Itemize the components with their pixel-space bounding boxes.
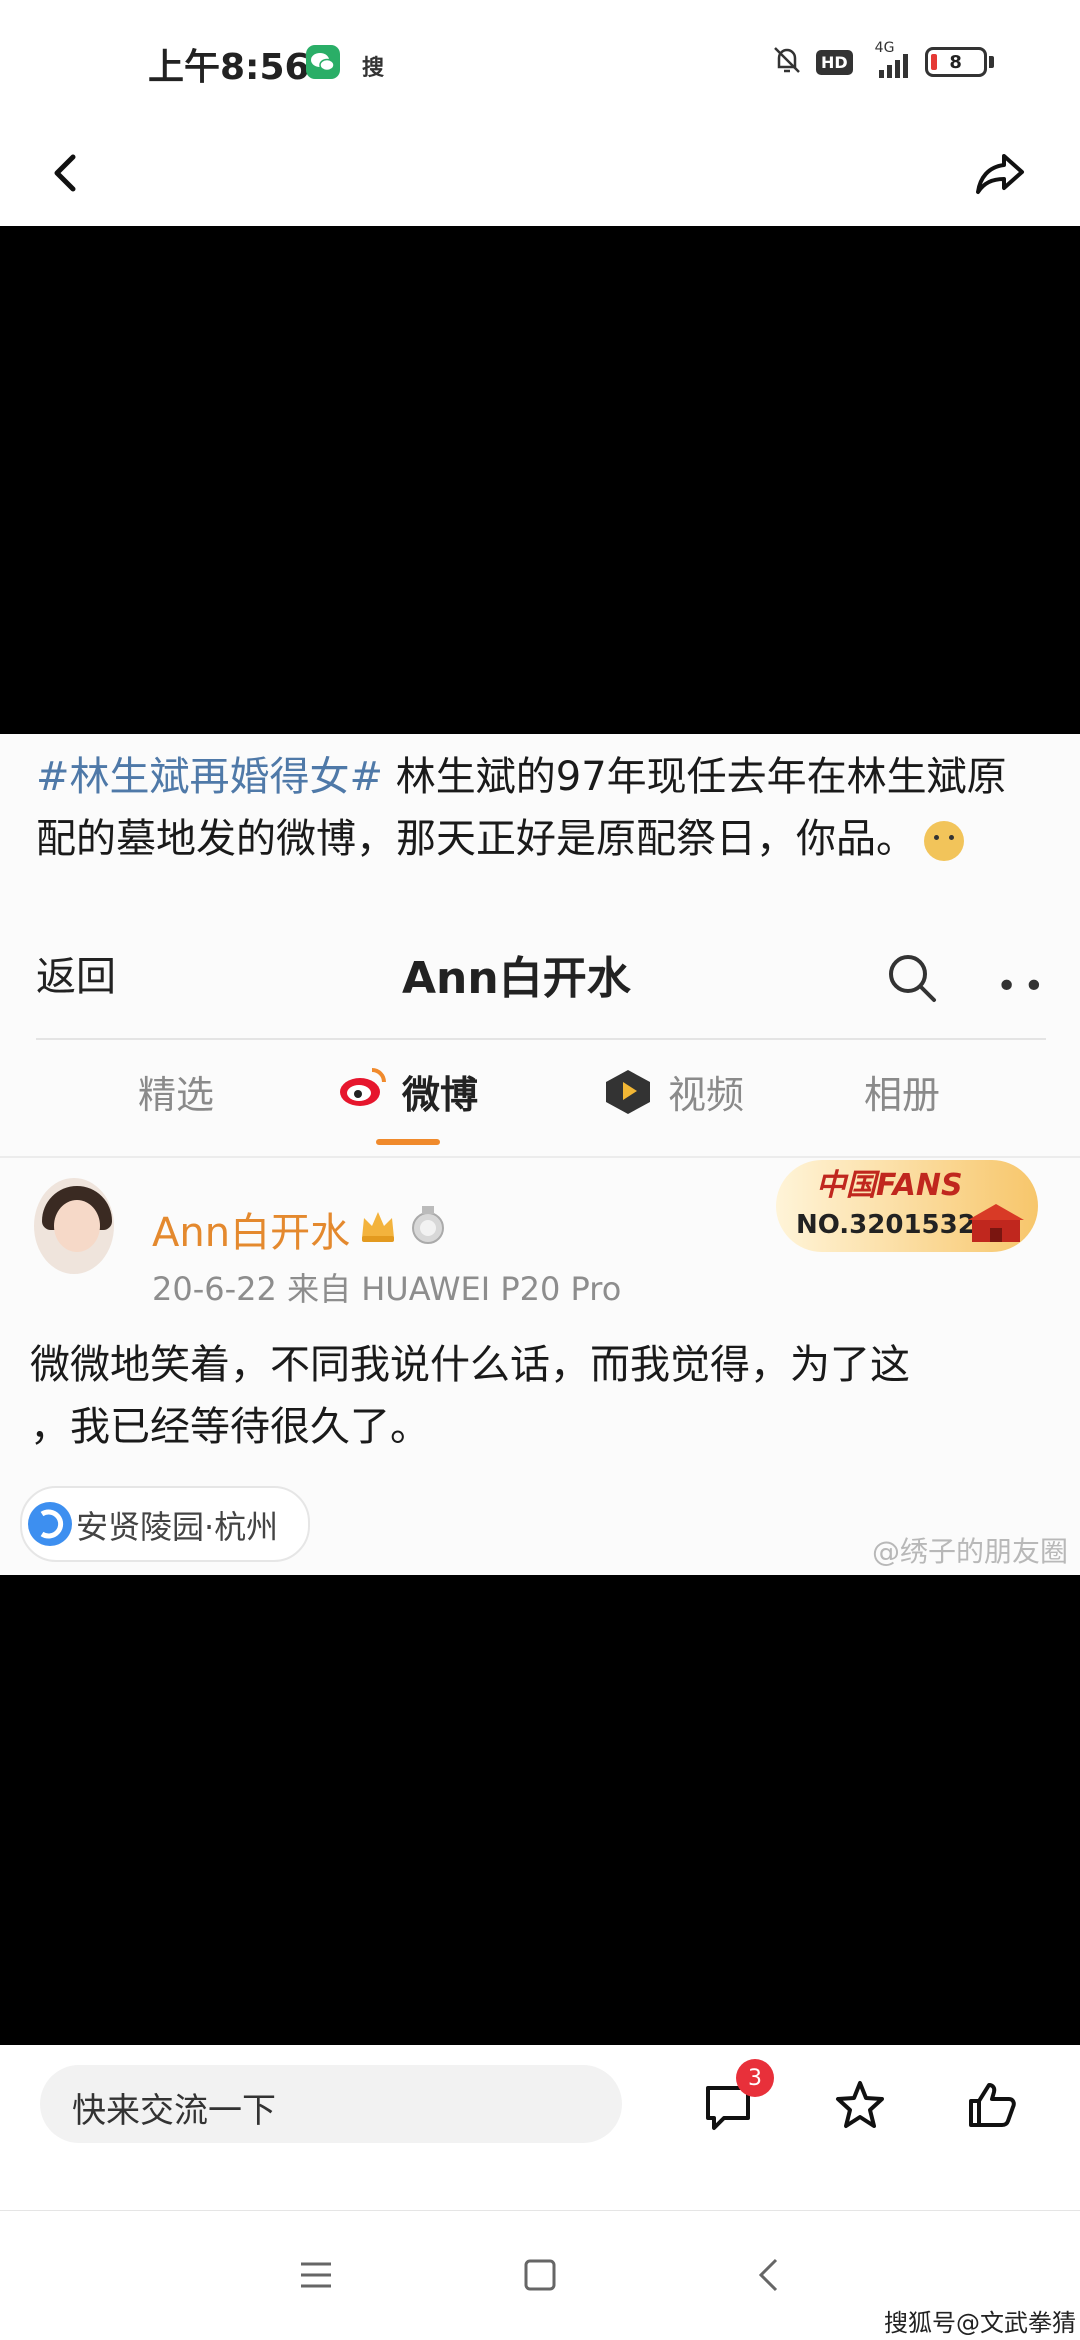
menu-icon xyxy=(301,2262,331,2288)
weibo-back-label: 返回 xyxy=(36,954,116,1000)
square-home-icon xyxy=(524,2259,556,2291)
comment-count-badge: 3 xyxy=(736,2059,774,2097)
wechat-notification-icon xyxy=(306,45,340,79)
battery-icon: 8 xyxy=(924,47,987,77)
tab-featured: 精选 xyxy=(138,1073,215,1117)
top-nav xyxy=(0,120,1080,226)
comment-bar: 快来交流一下 3 xyxy=(0,2045,1080,2210)
weibo-post-line: ，我已经等待很久了。 xyxy=(30,1404,430,1450)
divider xyxy=(36,1038,1046,1040)
share-icon xyxy=(976,154,1024,194)
post-image[interactable]: #林生斌再婚得女# 林生斌的97年现任去年在林生斌原配的墓地发的微博，那天正好是… xyxy=(0,734,1080,1575)
tab-video: 视频 xyxy=(668,1073,745,1117)
footer-watermark: 搜狐号@文武拳猜 xyxy=(884,2309,1076,2337)
weibo-header: 返回 Ann白开水 •• xyxy=(36,944,1046,1026)
star-icon xyxy=(836,2081,884,2128)
medal-icon xyxy=(410,1204,446,1246)
media-letterbox-top xyxy=(0,226,1080,734)
more-icon: •• xyxy=(996,966,1051,1007)
tab-weibo: 微博 xyxy=(402,1073,479,1117)
chevron-left-icon xyxy=(54,154,76,192)
fans-badge-number: NO.3201532 xyxy=(796,1210,976,1240)
weibo-post-body: 微微地笑着，不同我说什么话，而我觉得，为了这 ，我已经等待很久了。 xyxy=(30,1334,1040,1458)
hd-badge: HD xyxy=(816,49,853,75)
weibo-post-meta: 20-6-22 来自 HUAWEI P20 Pro xyxy=(152,1270,622,1308)
media-letterbox-bottom xyxy=(0,1575,1080,2045)
comment-input[interactable]: 快来交流一下 xyxy=(40,2065,622,2143)
share-button[interactable] xyxy=(960,138,1040,208)
thumbs-up-icon xyxy=(969,2083,1016,2127)
tiananmen-icon xyxy=(966,1190,1026,1246)
home-button[interactable] xyxy=(504,2239,576,2311)
post-caption: #林生斌再婚得女# 林生斌的97年现任去年在林生斌原配的墓地发的微博，那天正好是… xyxy=(36,746,1046,870)
crown-icon xyxy=(358,1208,398,1244)
back-button[interactable] xyxy=(30,138,100,208)
like-button[interactable] xyxy=(956,2069,1028,2141)
tab-active-indicator xyxy=(376,1139,440,1145)
favorite-button[interactable] xyxy=(824,2069,896,2141)
fans-badge: 中国FANS NO.3201532 xyxy=(776,1160,1038,1252)
menu-button[interactable] xyxy=(280,2239,352,2311)
status-bar: 上午8:56 搜 HD 4G 8 xyxy=(0,0,1080,120)
video-play-icon xyxy=(602,1068,654,1118)
sohu-notification-icon: 搜 xyxy=(362,56,385,81)
comment-input-placeholder: 快来交流一下 xyxy=(72,2091,276,2131)
location-text: 安贤陵园·杭州 xyxy=(76,1508,279,1546)
weibo-post-line: 微微地笑着，不同我说什么话，而我觉得，为了这 xyxy=(30,1342,910,1388)
battery-level: 8 xyxy=(949,51,962,73)
system-back-button[interactable] xyxy=(732,2239,804,2311)
post-hashtag: #林生斌再婚得女# xyxy=(36,754,384,800)
weibo-tabs: 精选 微博 视频 相册 xyxy=(0,1064,1080,1144)
location-tag: 安贤陵园·杭州 xyxy=(20,1486,310,1562)
chevron-left-icon xyxy=(758,2258,778,2292)
image-watermark: @绣子的朋友圈 xyxy=(872,1535,1069,1568)
weibo-user-name: Ann白开水 xyxy=(152,1210,351,1256)
signal-icon: 4G xyxy=(865,40,913,82)
tab-album: 相册 xyxy=(864,1073,941,1117)
fans-badge-title: 中国FANS xyxy=(816,1168,963,1203)
search-icon xyxy=(884,950,940,1006)
weibo-profile-title: Ann白开水 xyxy=(402,953,631,1004)
location-icon xyxy=(28,1502,72,1546)
weibo-logo-icon xyxy=(336,1064,390,1114)
mute-bell-icon xyxy=(770,43,804,81)
status-indicators: HD 4G 8 xyxy=(770,40,994,82)
divider xyxy=(0,1156,1080,1158)
status-time: 上午8:56 xyxy=(148,47,310,88)
doge-emoji-icon xyxy=(924,821,964,861)
avatar xyxy=(34,1178,114,1274)
